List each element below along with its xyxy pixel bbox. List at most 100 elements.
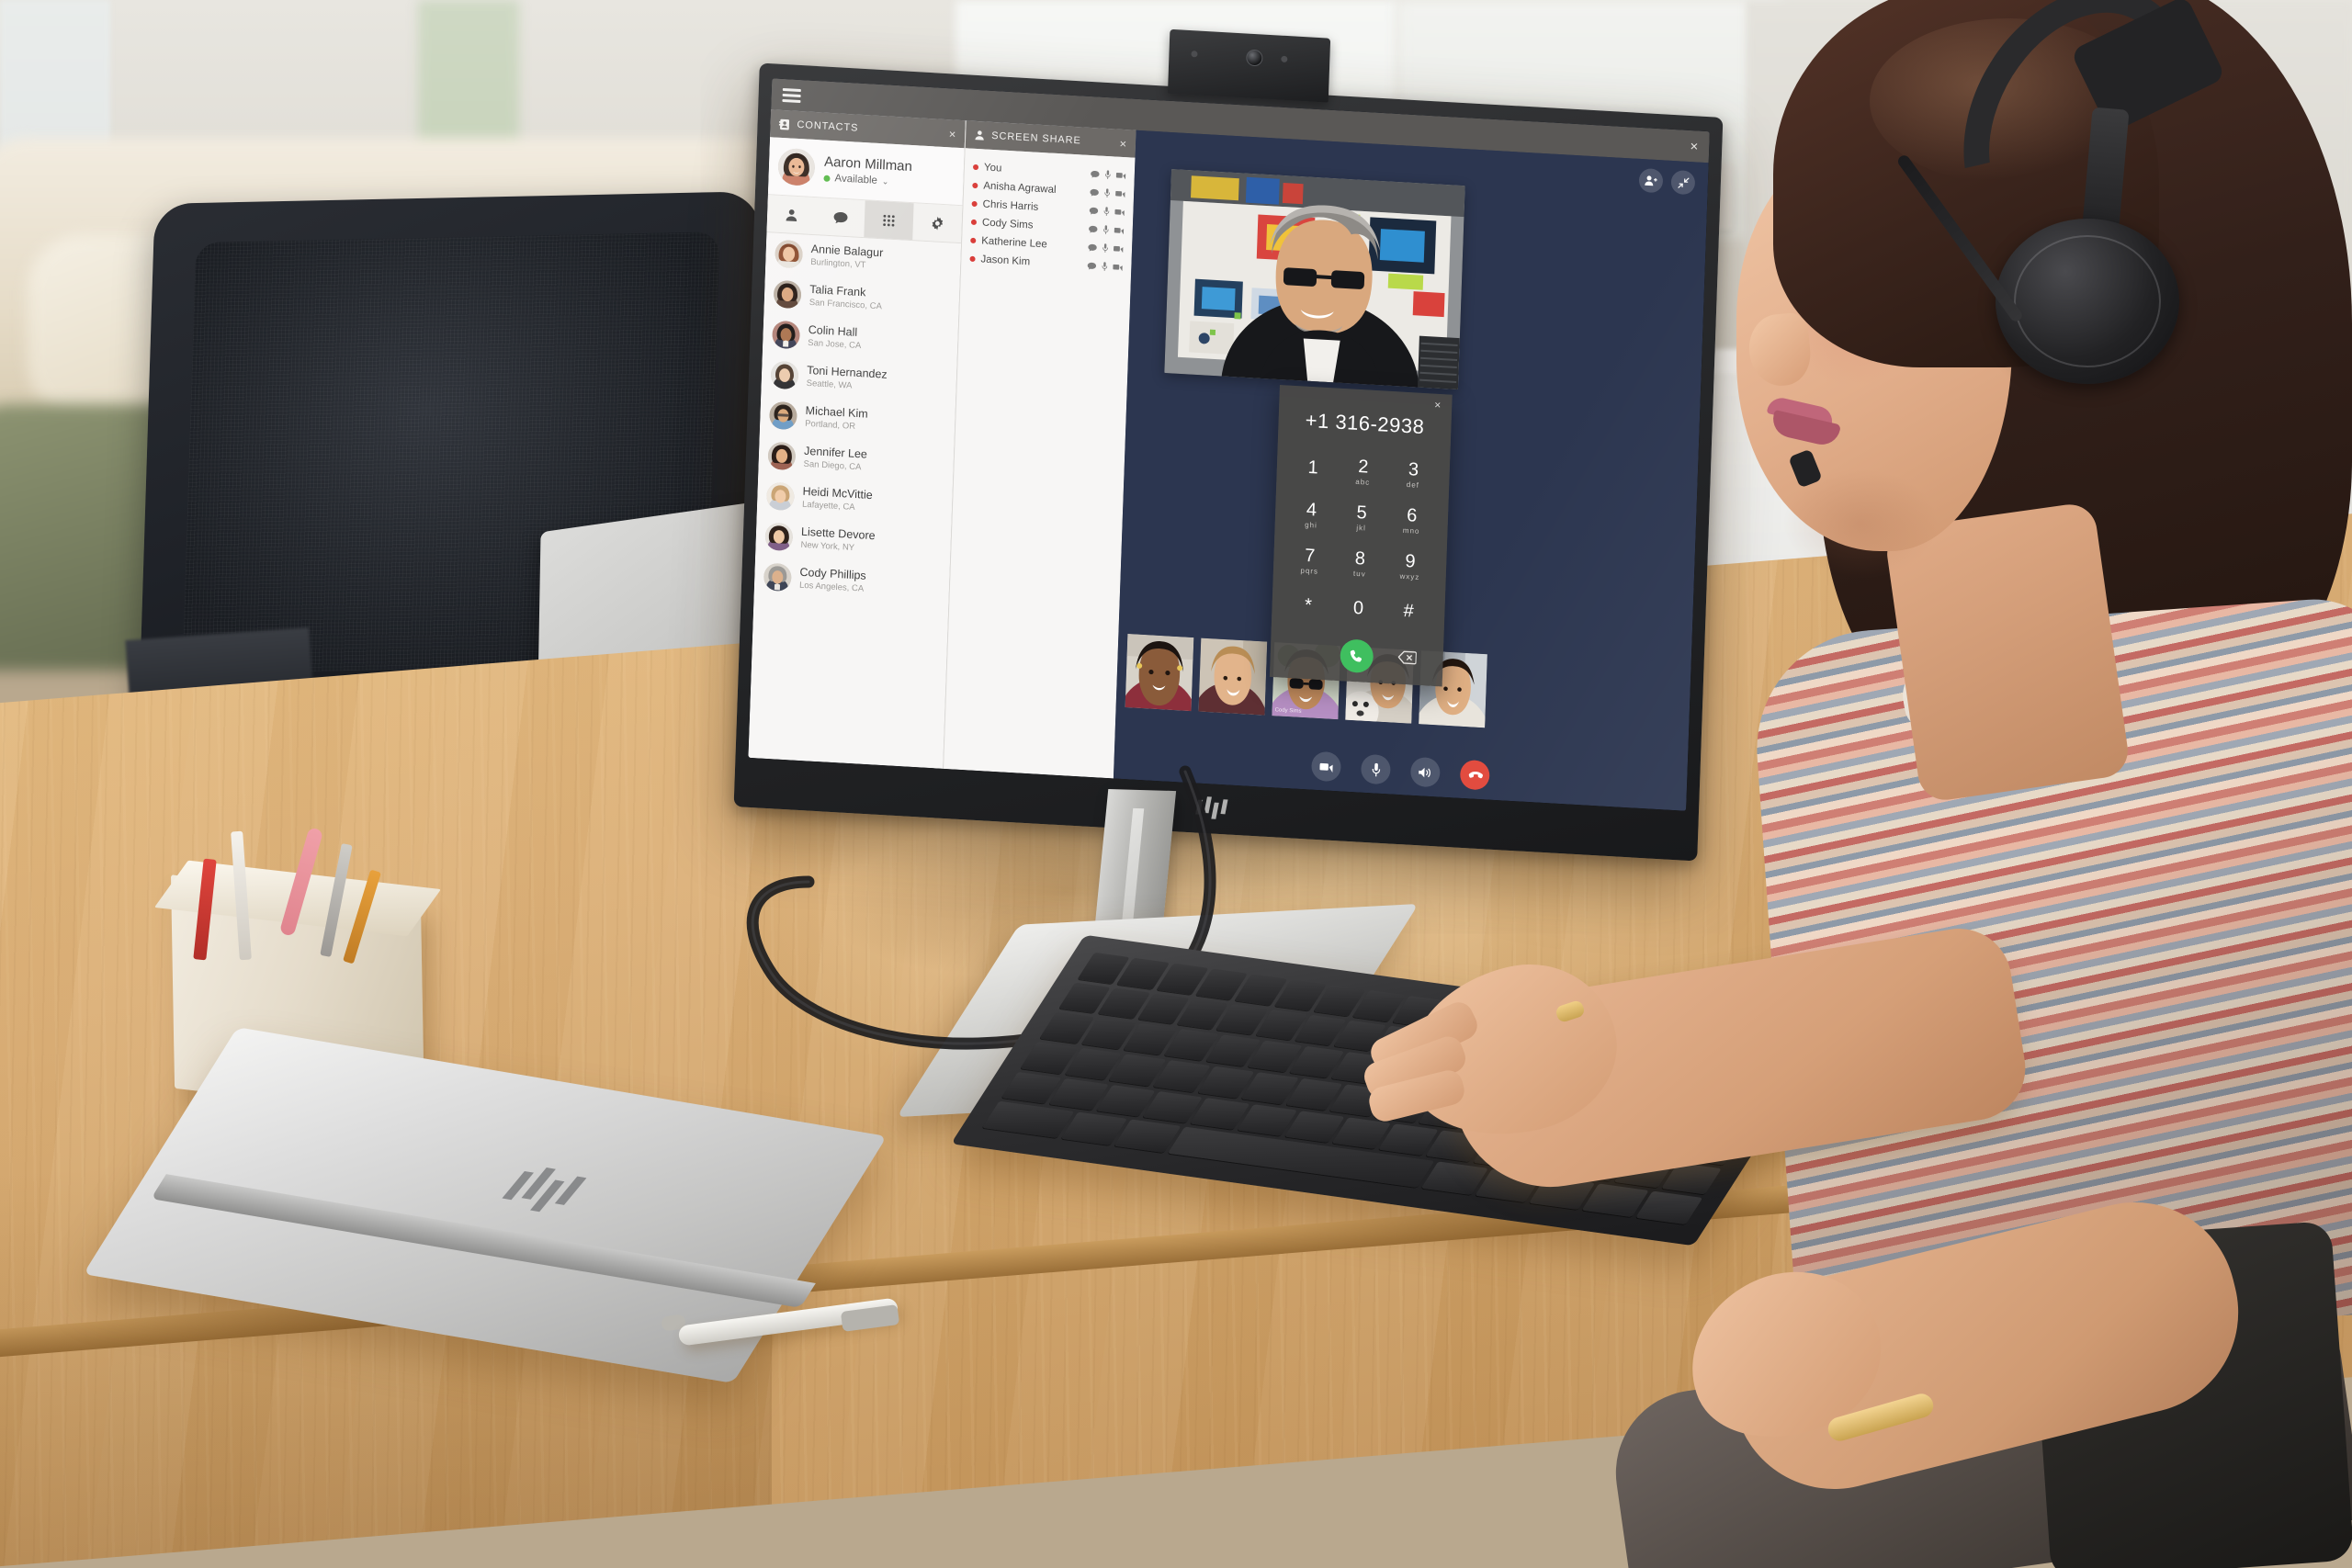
screen-share-panel-title: SCREEN SHARE [991, 130, 1081, 147]
dialpad-key-2[interactable]: 2 abc [1338, 447, 1389, 496]
video-camera-icon[interactable] [1114, 227, 1125, 235]
dialpad-letters: abc [1355, 477, 1371, 487]
video-camera-icon[interactable] [1113, 264, 1123, 272]
status-dot-icon [972, 164, 979, 171]
current-user-card[interactable]: Aaron Millman Available ⌄ [767, 137, 965, 207]
dialpad-overlay: × +1 316-2938 1 2 abc 3 def 4 ghi 5 jkl … [1269, 385, 1453, 687]
microphone-icon[interactable] [1102, 243, 1108, 253]
participant-list: You Anisha Agrawal Chris Harris Cody Sim… [944, 148, 1136, 779]
dialpad-letters: ghi [1305, 520, 1317, 530]
dialpad-key-9[interactable]: 9 wxyz [1385, 542, 1436, 591]
contacts-panel: CONTACTS × Aaron Millman Available ⌄ Ann… [748, 109, 966, 769]
avatar [770, 360, 799, 390]
participant-name: Chris Harris [982, 198, 1039, 213]
dialpad-key-hash[interactable]: # [1383, 588, 1434, 637]
contacts-panel-close-icon[interactable]: × [949, 127, 957, 141]
participant-row-icons [1089, 206, 1125, 217]
presence-status[interactable]: Available ⌄ [823, 173, 911, 188]
dialpad-digit: 9 [1405, 550, 1416, 572]
microphone-icon[interactable] [1103, 207, 1110, 216]
main-speaker-video[interactable] [1164, 169, 1465, 390]
chat-bubble-icon[interactable] [1090, 188, 1099, 197]
avatar [767, 441, 797, 471]
toggle-video-button[interactable] [1310, 750, 1342, 783]
end-call-button[interactable] [1459, 759, 1490, 791]
microphone-icon[interactable] [1104, 188, 1110, 197]
dialpad-key-4[interactable]: 4 ghi [1285, 491, 1337, 539]
backspace-button[interactable] [1397, 650, 1417, 668]
dialpad-key-3[interactable]: 3 def [1387, 450, 1439, 499]
video-camera-icon[interactable] [1114, 209, 1125, 217]
dialpad-key-0[interactable]: 0 [1332, 585, 1384, 634]
settings-tab[interactable] [912, 203, 962, 243]
dialpad-tab[interactable] [864, 200, 914, 241]
office-scene: × CONTACTS × Aaron Millman Available ⌄ A… [0, 0, 2352, 1568]
dialpad-letters: tuv [1352, 569, 1366, 579]
video-camera-icon[interactable] [1115, 190, 1125, 198]
participant-row-icons [1091, 169, 1126, 180]
chat-bubble-icon[interactable] [1091, 170, 1100, 179]
avatar [777, 147, 816, 187]
video-camera-icon [1318, 762, 1333, 773]
contact-location: San Jose, CA [808, 337, 862, 352]
status-dot-icon [972, 182, 978, 189]
participant-row-icons [1090, 187, 1125, 198]
screen-share-panel: SCREEN SHARE × You Anisha Agrawal Chris … [943, 120, 1136, 779]
status-label: Available [834, 173, 878, 187]
participant-thumbnail[interactable] [1125, 634, 1194, 712]
toggle-mic-button[interactable] [1360, 753, 1391, 785]
microphone-icon[interactable] [1102, 225, 1109, 234]
call-stage: Cody Sims × +1 316-2938 1 2 abc 3 def 4 … [1113, 130, 1709, 811]
toggle-speaker-button[interactable] [1409, 756, 1441, 788]
backspace-icon [1397, 650, 1417, 665]
dialpad-letters: mno [1402, 525, 1420, 536]
status-dot-icon [969, 255, 976, 263]
avatar [773, 279, 802, 310]
people-tab[interactable] [766, 195, 816, 234]
hamburger-menu-icon[interactable] [782, 87, 801, 103]
person-icon [786, 209, 797, 221]
dialpad-digit: 0 [1352, 597, 1364, 619]
avatar [775, 239, 804, 269]
screen-share-panel-close-icon[interactable]: × [1119, 136, 1127, 150]
contact-list[interactable]: Annie Balagur Burlington, VT Talia Frank… [748, 232, 962, 769]
chat-bubble-icon[interactable] [1088, 243, 1097, 253]
dialpad-actions [1281, 628, 1432, 677]
dialpad-key-1[interactable]: 1 [1287, 445, 1339, 493]
participant-thumbnail[interactable] [1198, 637, 1268, 716]
video-camera-icon[interactable] [1113, 245, 1124, 254]
dialpad-digit: 4 [1306, 499, 1317, 521]
gear-icon [932, 216, 944, 231]
dialpad-digit: 1 [1307, 457, 1319, 479]
add-participant-button[interactable] [1638, 167, 1664, 194]
app-body: CONTACTS × Aaron Millman Available ⌄ Ann… [748, 109, 1709, 811]
dialpad-key-star[interactable]: * [1283, 582, 1334, 631]
status-dot-icon [970, 219, 978, 226]
dialpad-letters: jkl [1356, 523, 1367, 533]
place-call-button[interactable] [1340, 638, 1374, 674]
chat-tab[interactable] [815, 197, 865, 237]
chevron-down-icon[interactable]: ⌄ [882, 176, 889, 186]
address-book-icon [778, 118, 790, 130]
headset-earcup-ring [2014, 235, 2161, 367]
dialpad-key-8[interactable]: 8 tuv [1334, 539, 1385, 588]
microphone-icon[interactable] [1105, 170, 1111, 179]
dialpad-key-7[interactable]: 7 pqrs [1283, 536, 1335, 585]
chat-bubble-icon[interactable] [1087, 261, 1097, 270]
dialpad-digit: 6 [1406, 504, 1418, 526]
dialpad-letters: pqrs [1300, 566, 1319, 576]
dialpad-key-6[interactable]: 6 mno [1385, 496, 1437, 545]
dialpad-key-5[interactable]: 5 jkl [1336, 493, 1387, 542]
dialpad-digit: 7 [1304, 545, 1316, 566]
dialpad-close-icon[interactable]: × [1434, 399, 1441, 412]
participant-row-icons [1088, 243, 1124, 254]
avatar [763, 562, 792, 592]
status-dot-available-icon [823, 175, 831, 182]
dialpad-digit: # [1403, 601, 1415, 622]
chat-bubble-icon[interactable] [1089, 225, 1098, 234]
person-on-call [1360, 0, 2352, 1568]
microphone-icon[interactable] [1102, 262, 1108, 271]
chat-bubble-icon[interactable] [1089, 207, 1099, 216]
participant-name: Anisha Agrawal [983, 180, 1057, 196]
video-camera-icon[interactable] [1115, 172, 1126, 180]
